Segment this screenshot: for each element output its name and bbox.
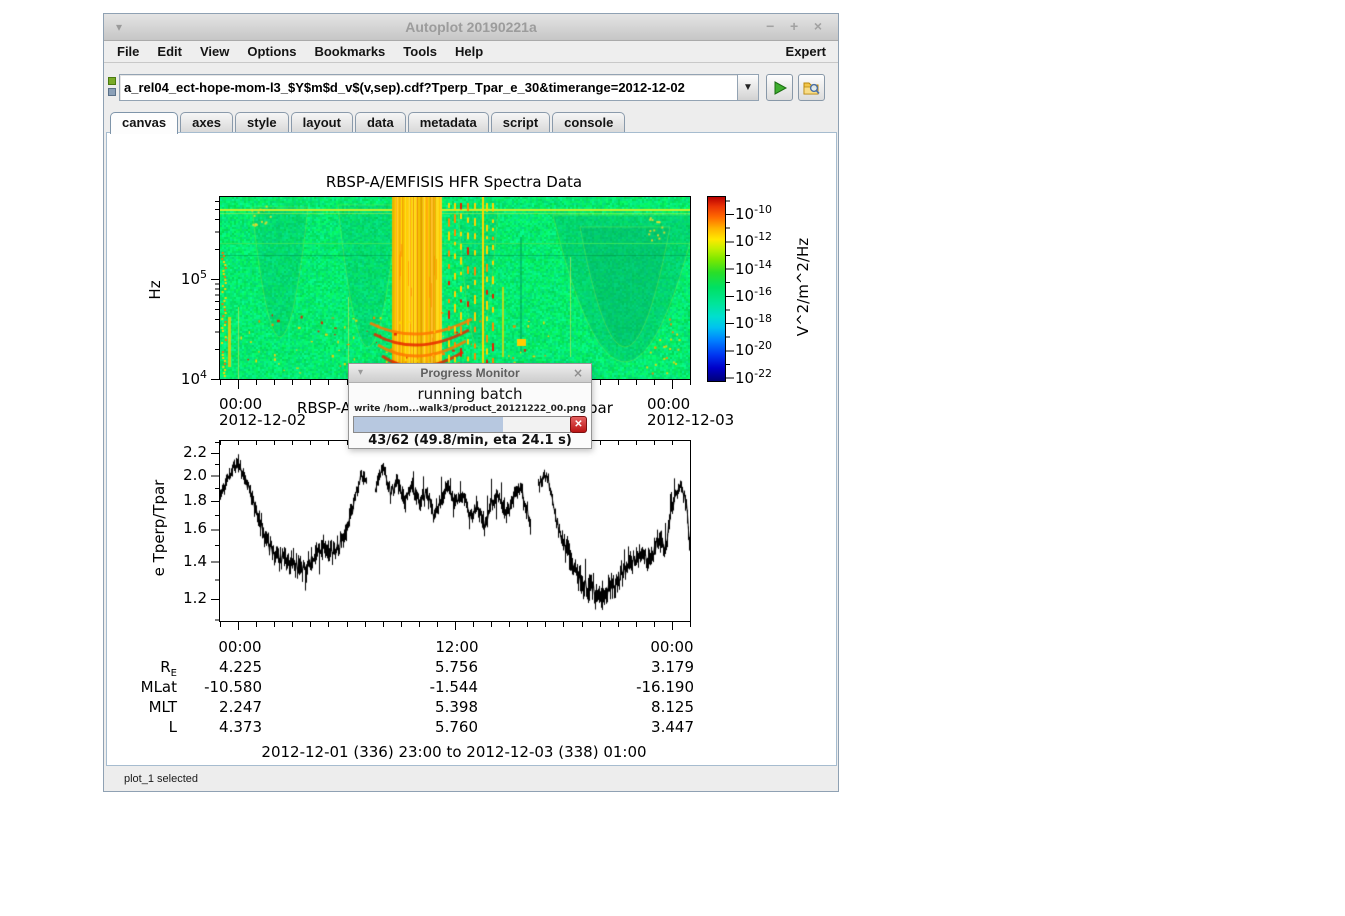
colorbar-tick-label: 10-16 bbox=[735, 285, 805, 305]
status-message: plot_1 selected bbox=[104, 773, 198, 785]
spectrogram-ytick-label: 104 bbox=[159, 368, 207, 388]
timeseries-ytick-label: 1.8 bbox=[159, 491, 207, 509]
uri-toolbar: ▼ bbox=[104, 63, 838, 111]
colorbar-tick-label: 10-10 bbox=[735, 203, 805, 223]
timeseries-ytick-label: 1.4 bbox=[159, 552, 207, 570]
spectrogram-title: RBSP-A/EMFISIS HFR Spectra Data bbox=[219, 173, 689, 191]
menu-bar: FileEditViewOptionsBookmarksToolsHelp Exp… bbox=[104, 41, 838, 63]
maximize-button[interactable]: + bbox=[784, 18, 804, 34]
menu-tools[interactable]: Tools bbox=[394, 42, 446, 61]
autoplot-window: ▾ Autoplot 20190221a − + × FileEditViewO… bbox=[103, 13, 839, 792]
tab-style[interactable]: style bbox=[235, 112, 289, 132]
colorbar-tick-label: 10-18 bbox=[735, 312, 805, 332]
ephemeris-value: 4.373 bbox=[162, 718, 262, 736]
tab-console[interactable]: console bbox=[552, 112, 625, 132]
progress-bar-fill bbox=[354, 417, 503, 432]
progress-monitor-dialog: ▾ Progress Monitor × running batch write… bbox=[348, 363, 592, 449]
datasource-type-icon bbox=[108, 77, 118, 97]
timeseries-ytick-label: 1.2 bbox=[159, 589, 207, 607]
plot-canvas-area[interactable]: RBSP-A/EMFISIS HFR Spectra Data Hz V^2/m… bbox=[106, 132, 837, 766]
colorbar-tick-label: 10-20 bbox=[735, 339, 805, 359]
menu-bookmarks[interactable]: Bookmarks bbox=[305, 42, 394, 61]
play-icon bbox=[772, 80, 788, 96]
inspect-button[interactable] bbox=[798, 74, 825, 101]
ephemeris-value: 2.247 bbox=[162, 698, 262, 716]
tab-bar: canvasaxesstylelayoutdatametadatascriptc… bbox=[104, 111, 838, 132]
tab-axes[interactable]: axes bbox=[180, 112, 233, 132]
tab-canvas[interactable]: canvas bbox=[110, 112, 178, 134]
ephemeris-value: 5.398 bbox=[378, 698, 478, 716]
tab-script[interactable]: script bbox=[491, 112, 550, 132]
ephemeris-value: -1.544 bbox=[378, 678, 478, 696]
colorbar-tick-label: 10-14 bbox=[735, 258, 805, 278]
spectrogram-ytick-label: 105 bbox=[159, 268, 207, 288]
bottom-axis-tick-label: 00:00 bbox=[637, 638, 707, 656]
close-button[interactable]: × bbox=[808, 18, 828, 34]
folder-magnifier-icon bbox=[803, 80, 821, 96]
progress-status-label: 43/62 (49.8/min, eta 24.1 s) bbox=[349, 433, 591, 448]
progress-bar bbox=[353, 416, 571, 433]
title-bar[interactable]: ▾ Autoplot 20190221a − + × bbox=[104, 14, 838, 41]
bottom-axis-tick-label: 12:00 bbox=[422, 638, 492, 656]
mid-axis-left-label: 00:00 2012-12-02 bbox=[219, 396, 306, 428]
timeseries-ytick-label: 1.6 bbox=[159, 519, 207, 537]
timeseries-ytick-label: 2.2 bbox=[159, 443, 207, 461]
tab-layout[interactable]: layout bbox=[291, 112, 353, 132]
bottom-axis-tick-label: 00:00 bbox=[205, 638, 275, 656]
menu-help[interactable]: Help bbox=[446, 42, 492, 61]
timeseries-canvas[interactable] bbox=[219, 440, 691, 622]
dialog-title: Progress Monitor bbox=[349, 366, 591, 380]
progress-detail-label: write /hom...walk3/product_20121222_00.p… bbox=[349, 404, 591, 414]
colorbar[interactable] bbox=[707, 196, 726, 382]
menu-file[interactable]: File bbox=[108, 42, 148, 61]
progress-dialog-titlebar[interactable]: ▾ Progress Monitor × bbox=[349, 364, 591, 383]
status-bar: plot_1 selected bbox=[104, 766, 838, 791]
uri-dropdown-button[interactable]: ▼ bbox=[737, 74, 759, 101]
dialog-close-icon[interactable]: × bbox=[573, 366, 583, 380]
window-title: Autoplot 20190221a bbox=[104, 19, 838, 35]
colorbar-tick-label: 10-12 bbox=[735, 230, 805, 250]
cancel-task-button[interactable]: ✕ bbox=[570, 416, 587, 433]
menu-options[interactable]: Options bbox=[238, 42, 305, 61]
menu-expert[interactable]: Expert bbox=[774, 42, 838, 61]
ephemeris-value: -16.190 bbox=[594, 678, 694, 696]
ephemeris-value: 4.225 bbox=[162, 658, 262, 676]
timerange-footer: 2012-12-01 (336) 23:00 to 2012-12-03 (33… bbox=[219, 743, 689, 761]
menu-edit[interactable]: Edit bbox=[148, 42, 191, 61]
ephemeris-value: -10.580 bbox=[162, 678, 262, 696]
timeseries-title-fragment-left: RBSP-A bbox=[297, 399, 351, 417]
progress-task-label: running batch bbox=[349, 385, 591, 403]
ephemeris-value: 3.447 bbox=[594, 718, 694, 736]
tab-data[interactable]: data bbox=[355, 112, 406, 132]
ephemeris-value: 3.179 bbox=[594, 658, 694, 676]
ephemeris-value: 5.760 bbox=[378, 718, 478, 736]
menu-view[interactable]: View bbox=[191, 42, 238, 61]
ephemeris-value: 5.756 bbox=[378, 658, 478, 676]
ephemeris-value: 8.125 bbox=[594, 698, 694, 716]
colorbar-tick-label: 10-22 bbox=[735, 367, 805, 387]
uri-input[interactable] bbox=[119, 74, 737, 101]
timeseries-ytick-label: 2.0 bbox=[159, 466, 207, 484]
tab-metadata[interactable]: metadata bbox=[408, 112, 489, 132]
minimize-button[interactable]: − bbox=[760, 18, 780, 34]
go-button[interactable] bbox=[766, 74, 793, 101]
spectrogram-canvas[interactable] bbox=[219, 196, 691, 380]
mid-axis-right-label: 00:00 2012-12-03 bbox=[647, 396, 734, 428]
